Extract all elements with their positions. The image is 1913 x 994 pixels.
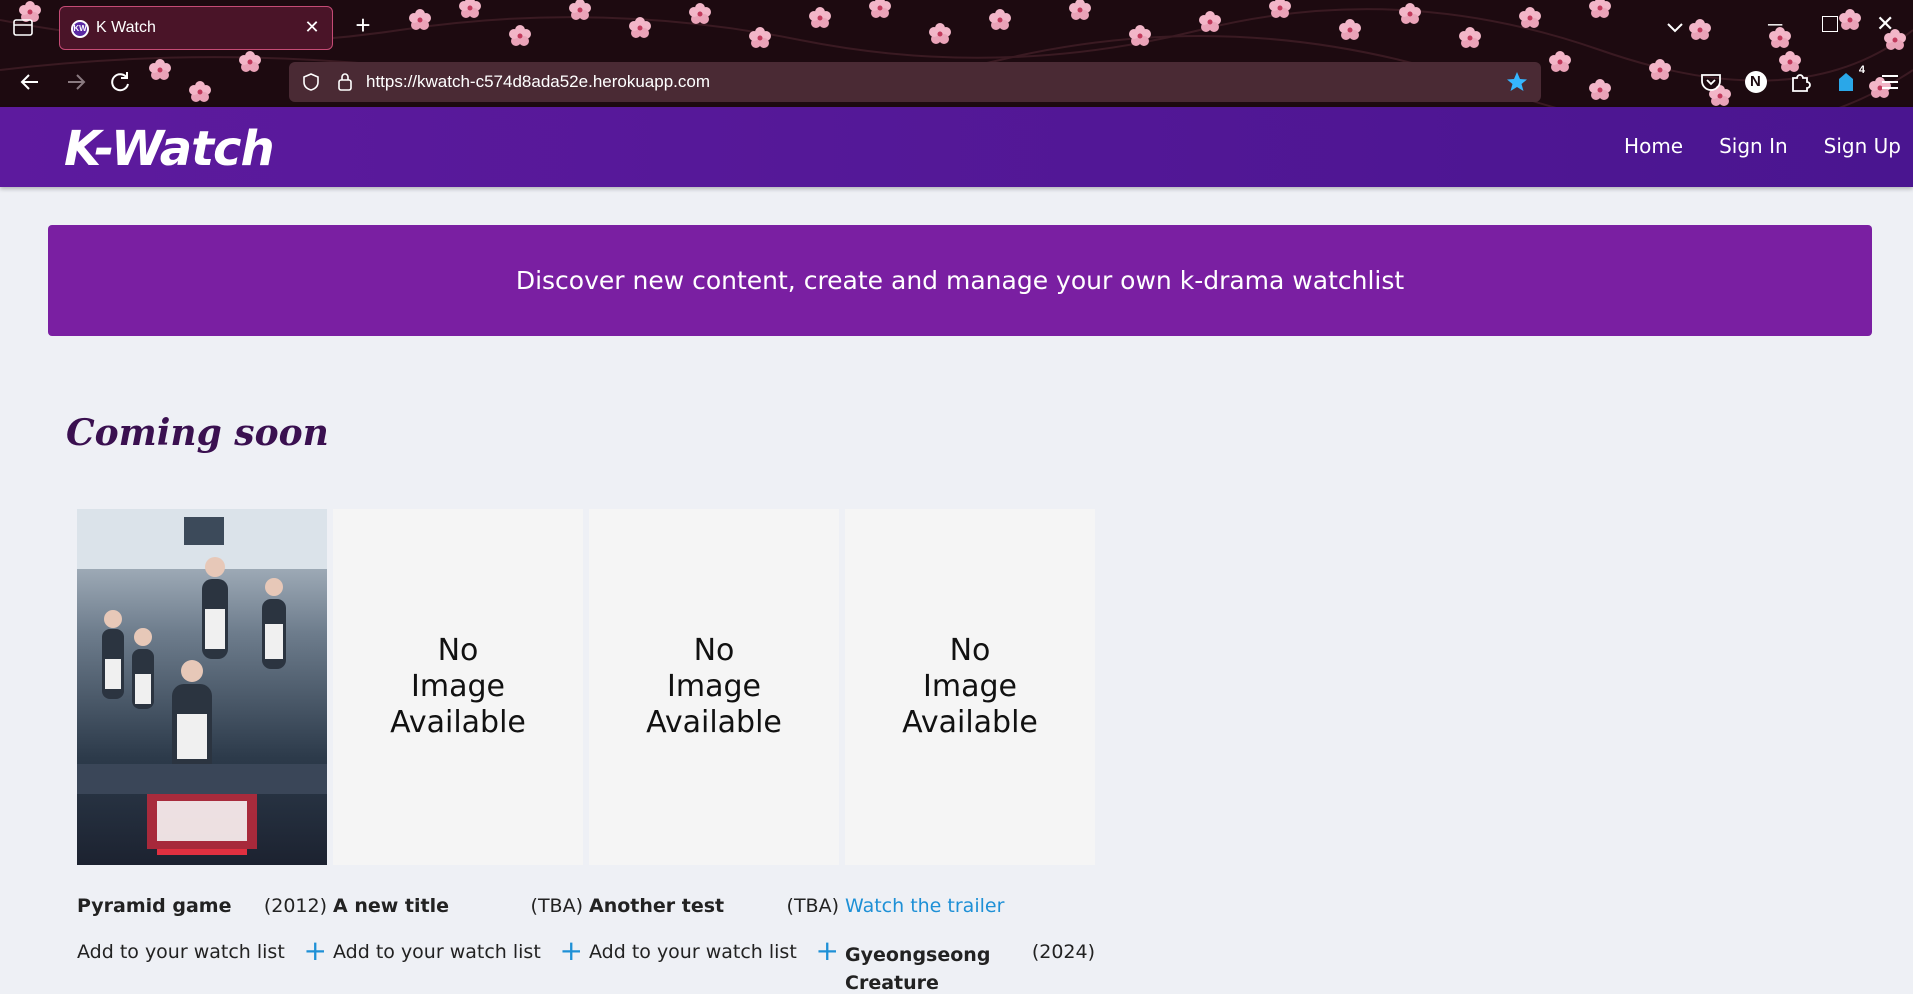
extension-icon [1839,73,1853,91]
poster-image[interactable] [77,509,327,865]
plus-icon[interactable]: + [816,937,839,965]
minimize-icon[interactable]: ─ [1768,14,1782,37]
no-image-placeholder[interactable]: No Image Available [845,509,1095,865]
placeholder-line: Available [902,705,1038,740]
add-watchlist-row[interactable]: Add to your watch list + [333,937,583,965]
add-watchlist-label[interactable]: Add to your watch list [77,941,285,963]
main-nav: Home Sign In Sign Up [1624,134,1913,158]
card-title-row: Pyramid game (2012) [77,895,327,917]
no-image-text: No Image Available [845,509,1095,865]
add-watchlist-label[interactable]: Add to your watch list [589,941,797,963]
drama-year: (TBA) [786,895,839,917]
drama-title[interactable]: Gyeongseong Creature Season 2 [845,941,1010,994]
pocket-icon[interactable] [1698,69,1724,95]
card-title-row: Another test (TBA) [589,895,839,917]
drama-title[interactable]: Pyramid game [77,895,232,917]
site-logo[interactable]: K-Watch [64,121,275,177]
drama-card: Pyramid game (2012) Add to your watch li… [77,509,327,965]
drama-card: No Image Available Another test (TBA) Ad… [589,509,839,965]
new-tab-icon[interactable]: + [350,12,376,39]
placeholder-line: No [949,633,991,668]
placeholder-line: Available [390,705,526,740]
no-image-text: No Image Available [333,509,583,865]
drama-title[interactable]: A new title [333,895,449,917]
watch-trailer-link[interactable]: Watch the trailer [845,895,1004,917]
drama-title[interactable]: Another test [589,895,724,917]
nav-home-link[interactable]: Home [1624,134,1683,158]
back-arrow-icon[interactable] [14,66,46,98]
nav-sign-up-link[interactable]: Sign Up [1824,134,1901,158]
drama-year: (2012) [263,895,327,917]
address-bar[interactable]: https://kwatch-c574d8ada52e.herokuapp.co… [289,62,1541,102]
section-title: Coming soon [66,412,329,454]
browser-chrome: KW K Watch ✕ + ─ ✕ https://kwatch-c574d8… [0,0,1913,107]
banner-text: Discover new content, create and manage … [515,266,1405,295]
tab-strip: KW K Watch ✕ + ─ ✕ [0,0,1913,54]
placeholder-line: No [437,633,479,668]
drama-year: (2024) [1031,941,1095,963]
extension-badge: 4 [1858,64,1865,76]
shield-icon[interactable] [301,72,321,92]
drama-year: (TBA) [530,895,583,917]
window-close-icon[interactable]: ✕ [1876,11,1894,37]
reload-icon[interactable] [104,66,136,98]
add-watchlist-label[interactable]: Add to your watch list [333,941,541,963]
hamburger-menu-icon[interactable] [1877,69,1903,95]
add-watchlist-row[interactable]: Add to your watch list + [589,937,839,965]
site-header: K-Watch Home Sign In Sign Up [0,107,1913,187]
drama-card: No Image Available A new title (TBA) Add… [333,509,583,965]
tab-k-watch[interactable]: KW K Watch ✕ [59,6,333,50]
no-image-text: No Image Available [589,509,839,865]
account-initial: N [1750,73,1761,90]
no-image-placeholder[interactable]: No Image Available [589,509,839,865]
card-title-row: Gyeongseong Creature Season 2 (2024) [845,941,1095,994]
plus-icon[interactable]: + [560,937,583,965]
favicon-icon: KW [71,20,89,38]
placeholder-line: Image [667,669,761,704]
url-text[interactable]: https://kwatch-c574d8ada52e.herokuapp.co… [366,72,710,92]
placeholder-line: No [693,633,735,668]
tab-close-icon[interactable]: ✕ [302,17,322,37]
chevron-down-icon[interactable] [1664,16,1686,38]
hero-banner: Discover new content, create and manage … [48,225,1872,336]
plus-icon[interactable]: + [304,937,327,965]
nav-sign-in-link[interactable]: Sign In [1719,134,1788,158]
drama-card: No Image Available Watch the trailer Gye… [845,509,1095,994]
lock-icon[interactable] [335,71,355,93]
tab-title: K Watch [96,19,156,36]
add-watchlist-row[interactable]: Add to your watch list + [77,937,327,965]
bookmark-star-icon[interactable] [1505,70,1529,94]
no-image-placeholder[interactable]: No Image Available [333,509,583,865]
placeholder-line: Available [646,705,782,740]
extension-button[interactable]: 4 [1833,64,1865,95]
forward-arrow-icon[interactable] [60,66,92,98]
card-title-row: A new title (TBA) [333,895,583,917]
tab-list-icon[interactable] [12,17,34,37]
account-avatar[interactable]: N [1743,69,1769,95]
maximize-icon[interactable] [1822,16,1838,32]
extensions-puzzle-icon[interactable] [1788,69,1814,95]
placeholder-line: Image [923,669,1017,704]
placeholder-line: Image [411,669,505,704]
pyramid-game-poster [77,509,327,865]
